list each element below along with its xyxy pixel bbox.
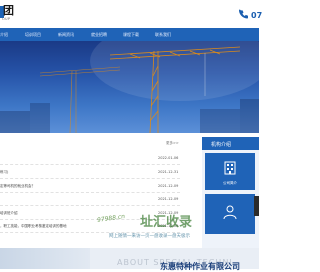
phone-icon [239, 9, 248, 19]
institution-header: 机构介绍 [202, 137, 259, 150]
tile-label: 公司简介 [223, 181, 237, 185]
logo-text[interactable]: 团 [3, 5, 14, 17]
about-image [0, 248, 90, 269]
nav-item-jobs[interactable]: 就业招聘 [91, 28, 107, 41]
row-divider [0, 164, 180, 165]
row-divider [0, 178, 180, 179]
news-title[interactable]: 培训班介绍 [0, 211, 18, 216]
nav-item-news[interactable]: 新闻资讯 [58, 28, 74, 41]
nav-item-downloads[interactable]: 课程下载 [123, 28, 139, 41]
institution-tile[interactable] [205, 194, 255, 234]
more-link[interactable]: 更多>> [166, 141, 179, 146]
news-date: 2022-01-06 [158, 156, 179, 160]
news-row[interactable]: 2021-12-09 [0, 193, 182, 206]
hero-banner [0, 41, 259, 133]
news-date: 2021-12-31 [158, 170, 179, 174]
about-company-name: 东惠特种作业有限公司 [160, 262, 240, 271]
nav-item-about[interactable]: 介绍 [0, 28, 8, 41]
news-date: 2021-12-09 [158, 197, 179, 201]
company-intro-tile[interactable]: 公司简介 [205, 153, 255, 190]
nav-item-contact[interactable]: 联系我们 [155, 28, 171, 41]
watermark-title: 址汇收录 [140, 215, 193, 230]
news-title[interactable]: ，职工技能，中国职业考核鉴定培训的基地 [0, 224, 67, 229]
group-icon [223, 205, 237, 220]
crane-illustration [0, 41, 259, 133]
news-row[interactable]: 2022-01-06 [0, 152, 182, 165]
news-date: 2021-12-09 [158, 184, 179, 188]
floating-side-tab[interactable] [254, 196, 259, 216]
building-icon [224, 161, 236, 175]
logo-subtitle: OUP [2, 17, 11, 21]
main-nav: 介绍 培训项目 新闻资讯 就业招聘 课程下载 联系我们 [0, 28, 259, 41]
hotline-number: 07 [251, 11, 263, 20]
nav-item-training[interactable]: 培训项目 [25, 28, 41, 41]
news-row[interactable]: 定等司机的就业机会？ 2021-12-09 [0, 180, 182, 193]
news-row[interactable]: 练习) 2021-12-31 [0, 166, 182, 179]
news-title[interactable]: 定等司机的就业机会？ [0, 184, 35, 189]
row-divider [0, 205, 180, 206]
site-header: 团 OUP 07 [0, 0, 263, 28]
news-title[interactable]: 练习) [0, 170, 8, 175]
watermark-subtitle: 网上随情一来访一页一盘收录一盘天极示 [109, 234, 190, 239]
institution-title: 机构介绍 [211, 142, 232, 148]
